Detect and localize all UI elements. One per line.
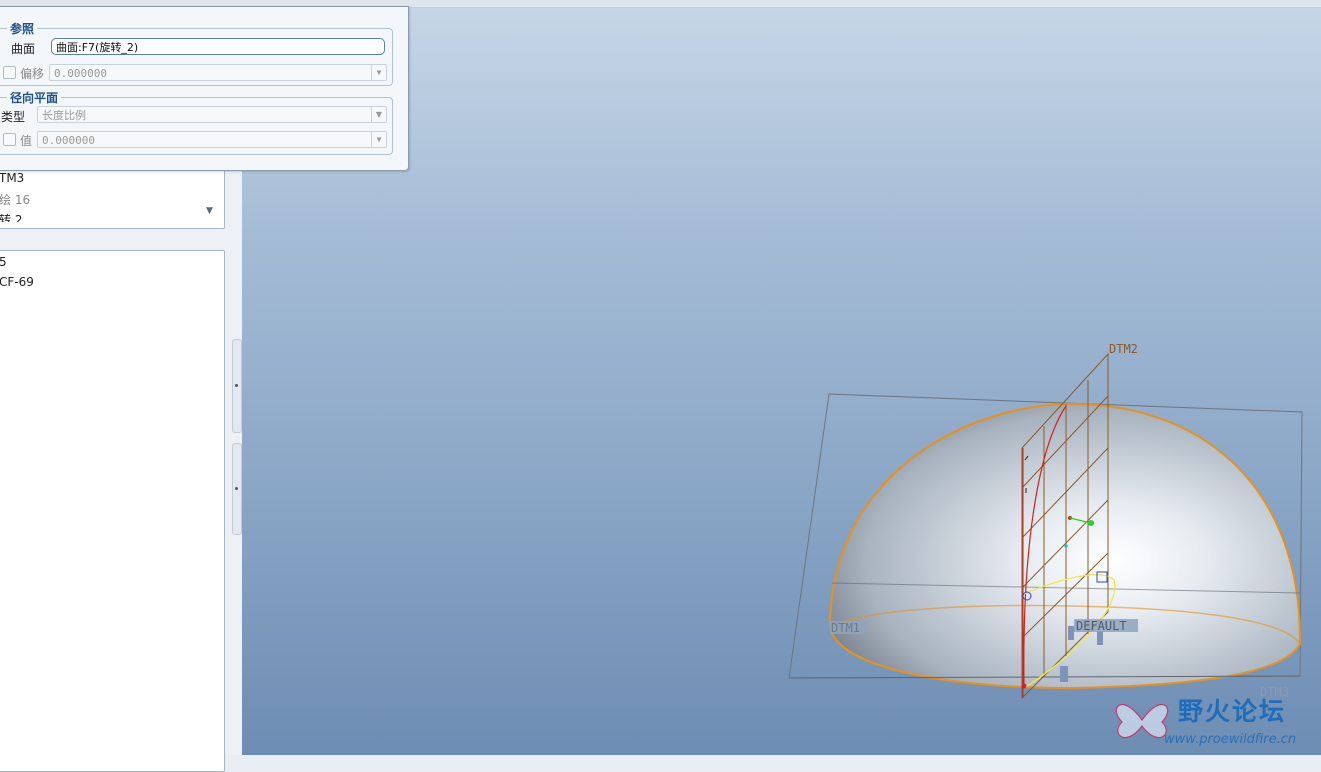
- label-dtm2: DTM2: [1109, 342, 1138, 356]
- pane-sash-upper[interactable]: [232, 339, 242, 433]
- forum-watermark: 野火论坛 www.proewildfire.cn: [1112, 688, 1321, 755]
- watermark-url: www.proewildfire.cn: [1164, 732, 1297, 747]
- pane-sash-lower[interactable]: [232, 443, 242, 535]
- model-tree-list: 5 CF-69: [0, 250, 225, 772]
- type-select[interactable]: 长度比例 ▼: [37, 106, 387, 123]
- value-label: 值: [20, 134, 33, 148]
- list-item[interactable]: CF-69: [0, 275, 34, 289]
- label-csys-default: DEFAULT: [1076, 619, 1127, 633]
- value-field[interactable]: 0.000000 ▼: [37, 131, 387, 148]
- value-checkbox[interactable]: [3, 133, 16, 146]
- offset-label: 偏移: [20, 67, 45, 81]
- list-item[interactable]: TM3: [0, 171, 24, 185]
- offset-value: 0.000000: [54, 67, 107, 80]
- watermark-title: 野火论坛: [1178, 697, 1287, 726]
- value-value: 0.000000: [42, 134, 95, 147]
- list-item[interactable]: 绘 16: [0, 191, 30, 208]
- list-item[interactable]: 5: [0, 255, 7, 269]
- type-label: 类型: [1, 110, 26, 124]
- axis-reference-panel: 参照 曲面 曲面:F7(旋转_2) 偏移 0.000000 ▼ 径向平面 类型 …: [0, 6, 409, 171]
- radial-plane-title: 径向平面: [7, 89, 62, 106]
- label-dtm1: DTM1: [831, 621, 860, 635]
- offset-field[interactable]: 0.000000 ▼: [49, 64, 387, 81]
- offset-checkbox[interactable]: [3, 66, 16, 79]
- surface-label: 曲面: [11, 42, 36, 56]
- chevron-down-icon[interactable]: ▼: [371, 132, 386, 147]
- scroll-down-icon[interactable]: ▼: [206, 206, 213, 216]
- type-value: 长度比例: [42, 109, 86, 122]
- chevron-down-icon[interactable]: ▼: [371, 107, 386, 122]
- surface-reference-value: 曲面:F7(旋转_2): [56, 41, 139, 54]
- chevron-down-icon[interactable]: ▼: [371, 65, 386, 80]
- surface-reference-field[interactable]: 曲面:F7(旋转_2): [51, 38, 385, 55]
- list-item[interactable]: 转 2: [0, 211, 22, 222]
- references-title: 参照: [7, 20, 38, 37]
